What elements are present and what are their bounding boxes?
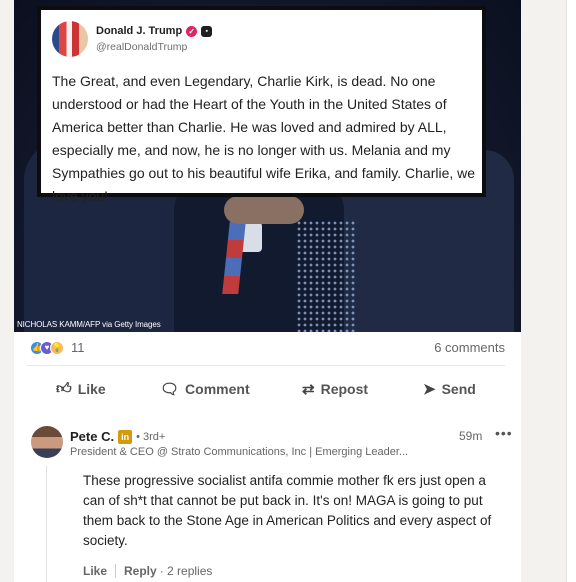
tweet-author-name: Donald J. Trump: [96, 25, 183, 37]
comment-item: Pete C. in • 3rd+ President & CEO @ Stra…: [31, 425, 513, 582]
post-actions-bar: 👍︎ Like 🗨︎ Comment ⇄ Repost ➤ Send: [14, 375, 521, 403]
adjacent-panel-edge: [566, 0, 576, 582]
embedded-tweet: Donald J. Trump ✓ ▪ @realDonaldTrump The…: [37, 6, 486, 204]
thumbs-up-icon: 👍︎: [56, 380, 72, 397]
tweet-handle: @realDonaldTrump: [96, 41, 188, 53]
tweet-avatar: [52, 21, 88, 57]
comment-like-button[interactable]: Like: [83, 564, 107, 578]
repost-button[interactable]: ⇄ Repost: [302, 380, 368, 398]
comments-count-link[interactable]: 6 comments: [434, 340, 505, 355]
replies-count-link[interactable]: · 2 replies: [160, 564, 213, 578]
connection-degree: • 3rd+: [136, 430, 166, 443]
commenter-name[interactable]: Pete C.: [70, 429, 114, 444]
send-button[interactable]: ➤ Send: [423, 380, 476, 398]
repost-label: Repost: [320, 381, 369, 397]
insightful-reaction-icon: 💡: [50, 340, 64, 355]
comment-reply-button[interactable]: Reply: [124, 564, 157, 578]
verified-badge-icon: ✓: [186, 25, 198, 37]
commenter-avatar[interactable]: [31, 426, 63, 458]
reaction-icons: 👍 ♥ 💡: [30, 340, 64, 355]
like-label: Like: [77, 381, 106, 397]
thread-line: [46, 466, 47, 582]
tweet-text: The Great, and even Legendary, Charlie K…: [52, 73, 476, 204]
comment-actions: Like Reply · 2 replies: [83, 564, 212, 578]
send-icon: ➤: [423, 381, 436, 398]
reactions-summary[interactable]: 👍 ♥ 💡 11: [30, 340, 85, 355]
post-image[interactable]: Donald J. Trump ✓ ▪ @realDonaldTrump The…: [14, 0, 521, 332]
more-options-icon[interactable]: •••: [495, 425, 513, 441]
divider: [27, 365, 505, 366]
commenter-headline: President & CEO @ Strato Communications,…: [70, 446, 409, 458]
send-label: Send: [441, 381, 476, 397]
comment-icon: 🗨︎: [160, 381, 180, 398]
like-button[interactable]: 👍︎ Like: [56, 380, 106, 398]
comment-text: These progressive socialist antifa commi…: [83, 473, 492, 548]
comment-button[interactable]: 🗨︎ Comment: [160, 380, 250, 398]
separator: [115, 564, 117, 578]
repost-icon: ⇄: [302, 381, 315, 398]
comment-timestamp: 59m: [459, 429, 483, 443]
image-credit: NICHOLAS KAMM/AFP via Getty Images: [17, 320, 161, 329]
linkedin-premium-icon: in: [118, 429, 133, 444]
commenter-name-row: Pete C. in • 3rd+: [70, 429, 165, 444]
affiliation-badge-icon: ▪: [201, 25, 213, 37]
comment-label: Comment: [185, 381, 250, 397]
tweet-author: Donald J. Trump ✓ ▪: [96, 25, 213, 37]
feed-post-card: Donald J. Trump ✓ ▪ @realDonaldTrump The…: [14, 0, 521, 582]
photo-lights: [296, 220, 356, 332]
reaction-count: 11: [71, 340, 85, 355]
